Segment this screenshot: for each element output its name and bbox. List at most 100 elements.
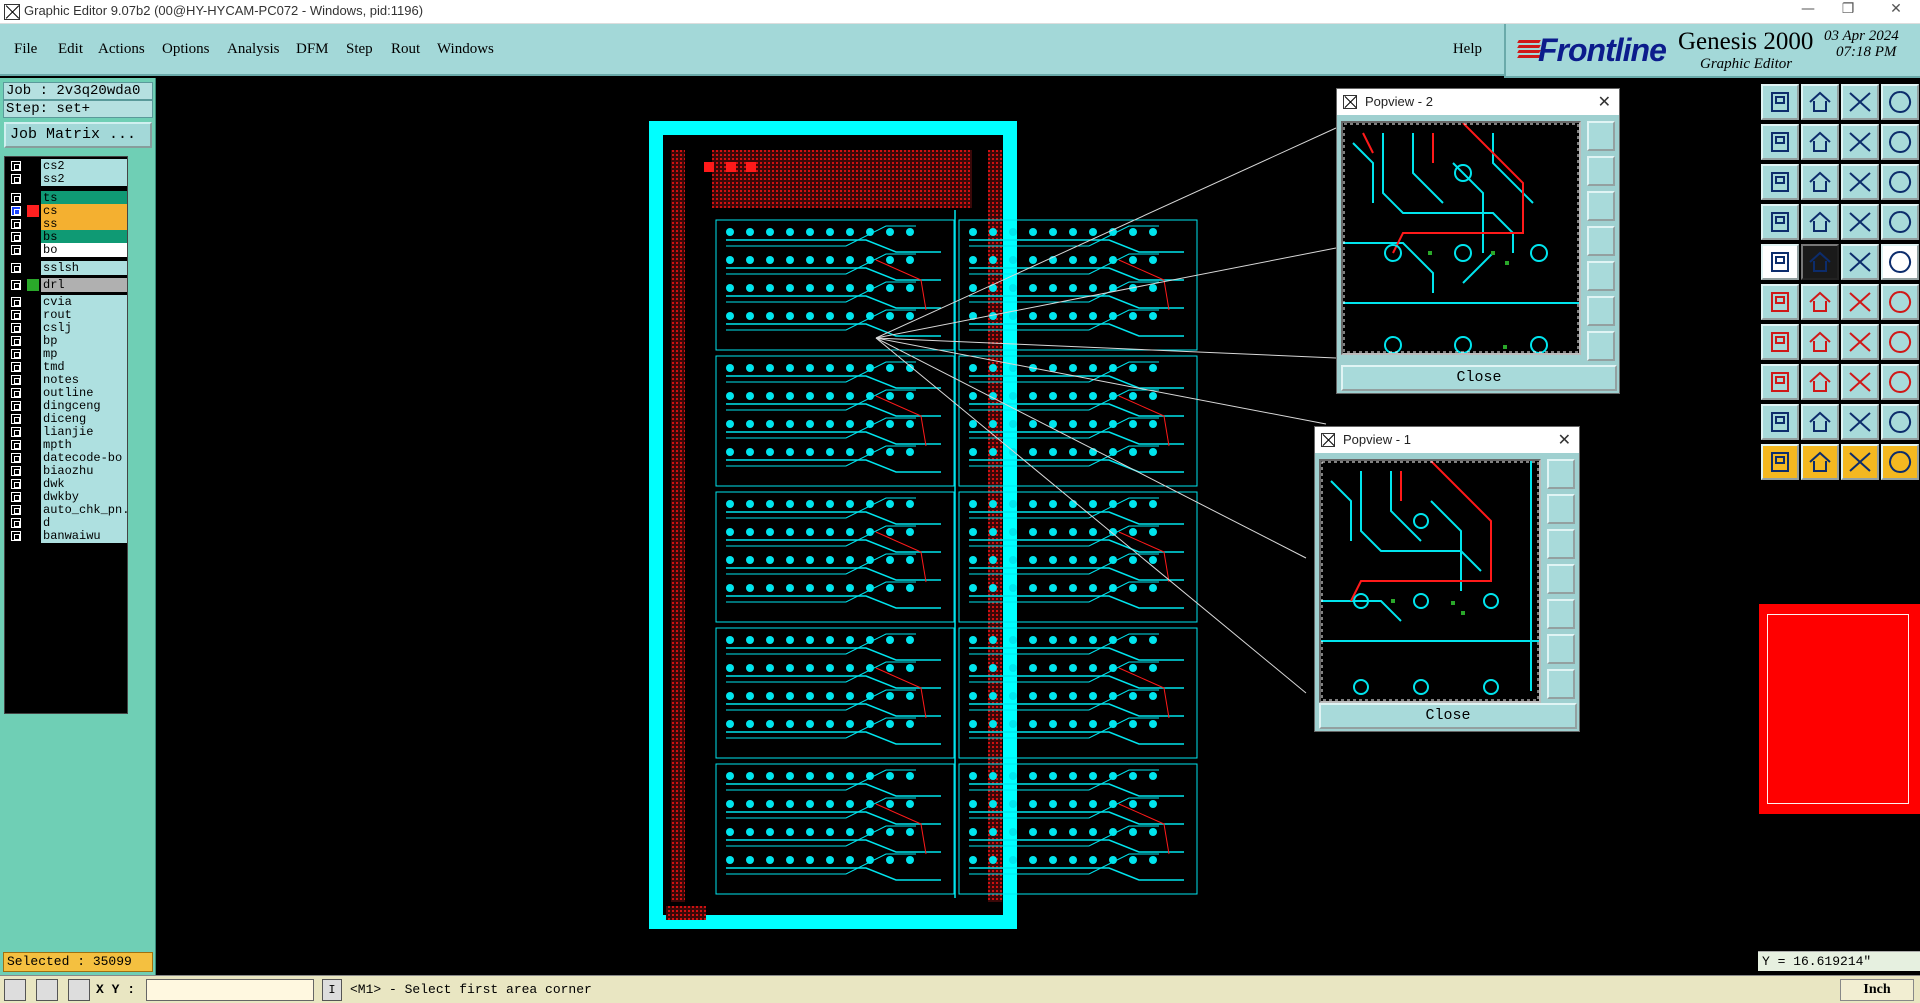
layer-checkbox[interactable]: [11, 349, 21, 359]
select-area-icon[interactable]: [1841, 444, 1879, 480]
pad-icon[interactable]: [1761, 244, 1799, 280]
layer-checkbox[interactable]: [11, 414, 21, 424]
pan-left-icon[interactable]: [1761, 124, 1799, 160]
command-mode-button[interactable]: I: [322, 979, 342, 1001]
layer-color-swatch[interactable]: [27, 309, 39, 321]
pcb-board[interactable]: [649, 121, 1198, 930]
layer-name[interactable]: cs: [41, 204, 127, 218]
layer-name[interactable]: diceng: [41, 412, 127, 426]
popview-1-view-button-4[interactable]: [1547, 564, 1575, 594]
layer-checkbox[interactable]: [11, 466, 21, 476]
ratio-icon[interactable]: [1841, 164, 1879, 200]
layer-checkbox[interactable]: [11, 453, 21, 463]
layer-checkbox[interactable]: [11, 362, 21, 372]
layer-color-swatch[interactable]: [27, 361, 39, 373]
layer-checkbox[interactable]: [11, 280, 21, 290]
layer-name[interactable]: mpth: [41, 438, 127, 452]
layer-checkbox[interactable]: [11, 531, 21, 541]
popview-1-close-icon[interactable]: ✕: [1558, 427, 1571, 453]
layer-row-datecode-bo[interactable]: datecode-bo: [5, 451, 129, 465]
layer-name[interactable]: notes: [41, 373, 127, 387]
layer-row-ss[interactable]: ss: [5, 217, 129, 231]
layer-color-swatch[interactable]: [27, 205, 39, 217]
popview-2-view-button-3[interactable]: [1587, 191, 1615, 221]
layer-checkbox[interactable]: [11, 206, 21, 216]
layer-row-dwk[interactable]: dwk: [5, 477, 129, 491]
layer-name[interactable]: ss2: [41, 172, 127, 186]
popview-1-view-button-5[interactable]: [1547, 599, 1575, 629]
popview-2-view-button-7[interactable]: [1587, 331, 1615, 361]
layer-name[interactable]: lianjie: [41, 425, 127, 439]
bottom-view-icon[interactable]: [1801, 84, 1839, 120]
resize-icon[interactable]: [1881, 364, 1919, 400]
top-view-icon[interactable]: [1761, 84, 1799, 120]
layer-row-auto-chk-pn-[interactable]: auto_chk_pn.: [5, 503, 129, 517]
measure-icon[interactable]: [1881, 204, 1919, 240]
undo-icon[interactable]: [1841, 124, 1879, 160]
layer-name[interactable]: dwk: [41, 477, 127, 491]
text-c-icon[interactable]: [1841, 404, 1879, 440]
layer-name[interactable]: dwkby: [41, 490, 127, 504]
popview-2-view-button-2[interactable]: [1587, 156, 1615, 186]
popview-2-view-button-6[interactable]: [1587, 296, 1615, 326]
layer-row-ss2[interactable]: ss2: [5, 172, 129, 186]
layer-row-outline[interactable]: outline: [5, 386, 129, 400]
layer-color-swatch[interactable]: [27, 400, 39, 412]
layer-row-notes[interactable]: notes: [5, 373, 129, 387]
layer-row-lianjie[interactable]: lianjie: [5, 425, 129, 439]
layer-row-cs[interactable]: cs: [5, 204, 129, 218]
layer-checkbox[interactable]: [11, 401, 21, 411]
layer-row-rout[interactable]: rout: [5, 308, 129, 322]
layer-color-swatch[interactable]: [27, 231, 39, 243]
popview-1-view-button-2[interactable]: [1547, 494, 1575, 524]
popview-2-title-bar[interactable]: Popview - 2: [1337, 89, 1619, 115]
connect-icon[interactable]: [1841, 284, 1879, 320]
layer-row-cs2[interactable]: cs2: [5, 159, 129, 173]
layer-checkbox[interactable]: [11, 518, 21, 528]
layer-checkbox[interactable]: [11, 297, 21, 307]
layer-row-dwkby[interactable]: dwkby: [5, 490, 129, 504]
angle-mode-icon[interactable]: [36, 979, 58, 1001]
layer-color-swatch[interactable]: [27, 244, 39, 256]
mirror-icon[interactable]: [1881, 324, 1919, 360]
layer-color-swatch[interactable]: [27, 160, 39, 172]
layer-name[interactable]: banwaiwu: [41, 529, 127, 543]
minimize-button[interactable]: —: [1786, 1, 1830, 23]
menu-rout[interactable]: Rout: [391, 41, 420, 58]
layer-name[interactable]: drl: [41, 278, 127, 292]
pan-right-icon[interactable]: [1801, 124, 1839, 160]
maximize-button[interactable]: ❐: [1826, 1, 1870, 23]
copy-icon[interactable]: [1841, 364, 1879, 400]
select-icon[interactable]: [1761, 444, 1799, 480]
layer-row-sslsh[interactable]: sslsh: [5, 261, 129, 275]
text-b-icon[interactable]: [1801, 404, 1839, 440]
layer-row-cvia[interactable]: cvia: [5, 295, 129, 309]
layer-color-swatch[interactable]: [27, 439, 39, 451]
layer-color-swatch[interactable]: [27, 465, 39, 477]
layer-name[interactable]: bo: [41, 243, 127, 257]
menu-windows[interactable]: Windows: [437, 41, 494, 58]
layer-name[interactable]: bp: [41, 334, 127, 348]
layer-checkbox[interactable]: [11, 479, 21, 489]
layer-checkbox[interactable]: [11, 263, 21, 273]
layer-checkbox[interactable]: [11, 323, 21, 333]
popview-1-viewport[interactable]: [1319, 459, 1541, 703]
popview-2-view-button-4[interactable]: [1587, 226, 1615, 256]
layer-row-mp[interactable]: mp: [5, 347, 129, 361]
layer-color-swatch[interactable]: [27, 478, 39, 490]
menu-help[interactable]: Help: [1453, 41, 1482, 58]
popview-2-view-button-1[interactable]: [1587, 121, 1615, 151]
layer-name[interactable]: cvia: [41, 295, 127, 309]
close-window-button[interactable]: ✕: [1874, 1, 1918, 23]
layer-name[interactable]: ss: [41, 217, 127, 231]
layer-row-biaozhu[interactable]: biaozhu: [5, 464, 129, 478]
layer-checkbox[interactable]: [11, 492, 21, 502]
layer-name[interactable]: outline: [41, 386, 127, 400]
layer-color-swatch[interactable]: [27, 504, 39, 516]
popview-1-close-button[interactable]: Close: [1319, 703, 1577, 729]
layer-checkbox[interactable]: [11, 427, 21, 437]
ruler-icon[interactable]: [1841, 244, 1879, 280]
layer-row-diceng[interactable]: diceng: [5, 412, 129, 426]
layer-name[interactable]: mp: [41, 347, 127, 361]
fit-icon[interactable]: [1761, 164, 1799, 200]
